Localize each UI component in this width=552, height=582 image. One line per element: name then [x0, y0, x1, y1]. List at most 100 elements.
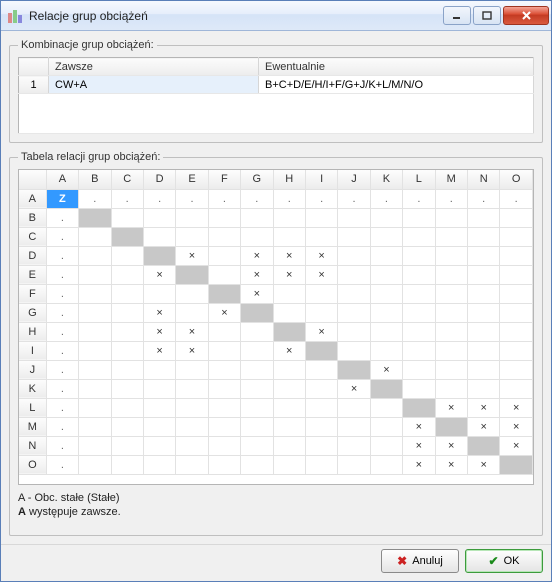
rel-cell-M-K[interactable] [370, 417, 402, 436]
rel-cell-M-N[interactable]: × [467, 417, 499, 436]
cancel-button[interactable]: ✖ Anuluj [381, 549, 459, 573]
combo-row-eventual[interactable]: B+C+D/E/H/I+F/G+J/K+L/M/N/O [259, 76, 534, 94]
rel-cell-B-O[interactable] [500, 208, 533, 227]
combo-row[interactable]: 1 CW+A B+C+D/E/H/I+F/G+J/K+L/M/N/O [19, 76, 534, 94]
rel-cell-I-K[interactable] [370, 341, 402, 360]
rel-cell-D-D[interactable] [143, 246, 175, 265]
rel-cell-L-I[interactable] [305, 398, 337, 417]
rel-cell-A-J[interactable]: . [338, 189, 370, 208]
rel-cell-J-I[interactable] [305, 360, 337, 379]
rel-cell-N-I[interactable] [305, 436, 337, 455]
rel-cell-B-L[interactable] [403, 208, 435, 227]
rel-cell-B-E[interactable] [176, 208, 208, 227]
rel-cell-H-H[interactable] [273, 322, 305, 341]
rel-cell-H-M[interactable] [435, 322, 467, 341]
rel-cell-H-N[interactable] [467, 322, 499, 341]
rel-cell-F-F[interactable] [208, 284, 240, 303]
rel-cell-L-O[interactable]: × [500, 398, 533, 417]
rel-cell-O-L[interactable]: × [403, 455, 435, 474]
rel-cell-H-G[interactable] [241, 322, 273, 341]
rel-cell-N-C[interactable] [111, 436, 143, 455]
rel-cell-A-D[interactable]: . [143, 189, 175, 208]
rel-cell-I-E[interactable]: × [176, 341, 208, 360]
rel-cell-O-F[interactable] [208, 455, 240, 474]
rel-cell-N-O[interactable]: × [500, 436, 533, 455]
rel-cell-M-A[interactable]: . [46, 417, 78, 436]
rel-cell-K-N[interactable] [467, 379, 499, 398]
rel-cell-E-G[interactable]: × [241, 265, 273, 284]
rel-cell-K-E[interactable] [176, 379, 208, 398]
rel-cell-E-M[interactable] [435, 265, 467, 284]
rel-cell-D-J[interactable] [338, 246, 370, 265]
rel-cell-A-B[interactable]: . [79, 189, 111, 208]
rel-cell-M-I[interactable] [305, 417, 337, 436]
rel-cell-K-M[interactable] [435, 379, 467, 398]
rel-cell-O-C[interactable] [111, 455, 143, 474]
rel-cell-M-E[interactable] [176, 417, 208, 436]
rel-cell-O-J[interactable] [338, 455, 370, 474]
rel-cell-A-E[interactable]: . [176, 189, 208, 208]
rel-cell-E-L[interactable] [403, 265, 435, 284]
rel-cell-G-D[interactable]: × [143, 303, 175, 322]
rel-cell-B-G[interactable] [241, 208, 273, 227]
rel-cell-L-E[interactable] [176, 398, 208, 417]
rel-cell-A-O[interactable]: . [500, 189, 533, 208]
rel-cell-D-F[interactable] [208, 246, 240, 265]
rel-cell-I-B[interactable] [79, 341, 111, 360]
rel-cell-F-D[interactable] [143, 284, 175, 303]
combo-row-always[interactable]: CW+A [49, 76, 259, 94]
rel-cell-K-G[interactable] [241, 379, 273, 398]
rel-cell-N-J[interactable] [338, 436, 370, 455]
rel-cell-J-B[interactable] [79, 360, 111, 379]
rel-cell-C-L[interactable] [403, 227, 435, 246]
rel-cell-M-L[interactable]: × [403, 417, 435, 436]
rel-cell-E-A[interactable]: . [46, 265, 78, 284]
rel-cell-C-G[interactable] [241, 227, 273, 246]
rel-cell-A-A[interactable]: Z [46, 189, 78, 208]
rel-cell-O-O[interactable] [500, 455, 533, 474]
rel-cell-F-M[interactable] [435, 284, 467, 303]
rel-cell-D-N[interactable] [467, 246, 499, 265]
rel-cell-D-E[interactable]: × [176, 246, 208, 265]
rel-cell-L-F[interactable] [208, 398, 240, 417]
rel-cell-J-D[interactable] [143, 360, 175, 379]
rel-cell-F-B[interactable] [79, 284, 111, 303]
rel-cell-D-C[interactable] [111, 246, 143, 265]
rel-cell-L-H[interactable] [273, 398, 305, 417]
rel-cell-C-J[interactable] [338, 227, 370, 246]
rel-cell-H-L[interactable] [403, 322, 435, 341]
rel-cell-M-C[interactable] [111, 417, 143, 436]
rel-cell-F-C[interactable] [111, 284, 143, 303]
rel-cell-L-G[interactable] [241, 398, 273, 417]
rel-cell-L-M[interactable]: × [435, 398, 467, 417]
rel-cell-D-K[interactable] [370, 246, 402, 265]
rel-cell-C-M[interactable] [435, 227, 467, 246]
rel-cell-G-J[interactable] [338, 303, 370, 322]
rel-cell-H-I[interactable]: × [305, 322, 337, 341]
rel-cell-H-C[interactable] [111, 322, 143, 341]
rel-cell-G-M[interactable] [435, 303, 467, 322]
rel-cell-N-K[interactable] [370, 436, 402, 455]
rel-cell-C-B[interactable] [79, 227, 111, 246]
rel-cell-B-A[interactable]: . [46, 208, 78, 227]
rel-cell-E-F[interactable] [208, 265, 240, 284]
rel-cell-O-H[interactable] [273, 455, 305, 474]
rel-cell-C-D[interactable] [143, 227, 175, 246]
rel-cell-A-K[interactable]: . [370, 189, 402, 208]
rel-cell-N-E[interactable] [176, 436, 208, 455]
rel-cell-K-A[interactable]: . [46, 379, 78, 398]
rel-cell-C-N[interactable] [467, 227, 499, 246]
rel-cell-J-E[interactable] [176, 360, 208, 379]
rel-cell-K-F[interactable] [208, 379, 240, 398]
rel-cell-H-O[interactable] [500, 322, 533, 341]
rel-cell-F-N[interactable] [467, 284, 499, 303]
combinations-table[interactable]: Zawsze Ewentualnie 1 CW+A B+C+D/E/H/I+F/… [18, 57, 534, 134]
rel-cell-I-H[interactable]: × [273, 341, 305, 360]
rel-cell-G-C[interactable] [111, 303, 143, 322]
rel-cell-F-H[interactable] [273, 284, 305, 303]
rel-cell-E-C[interactable] [111, 265, 143, 284]
rel-cell-I-D[interactable]: × [143, 341, 175, 360]
rel-cell-F-J[interactable] [338, 284, 370, 303]
rel-cell-L-D[interactable] [143, 398, 175, 417]
rel-cell-J-M[interactable] [435, 360, 467, 379]
